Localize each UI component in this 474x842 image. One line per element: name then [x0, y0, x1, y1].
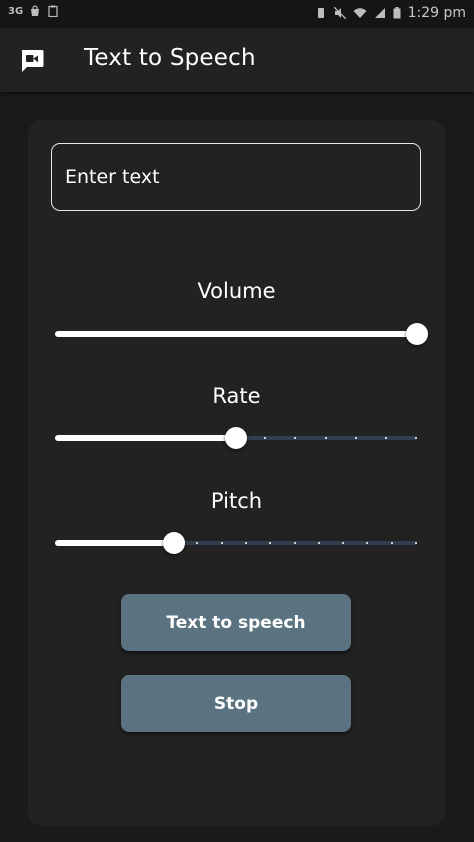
slider-tick [415, 542, 417, 544]
slider-tick [415, 437, 417, 439]
rate-slider[interactable] [55, 426, 417, 450]
clipboard-icon [48, 5, 58, 17]
pitch-label: Pitch [210, 489, 263, 513]
slider-tick [221, 542, 223, 544]
battery-icon [393, 7, 401, 19]
slider-tick [391, 542, 393, 544]
slider-tick [366, 542, 368, 544]
slider-tick [196, 542, 198, 544]
app-bar: Text to Speech [0, 28, 474, 92]
pitch-slider[interactable] [55, 531, 417, 555]
rate-thumb[interactable] [225, 427, 247, 449]
volume-fill [55, 331, 417, 337]
vibrate-icon [317, 8, 324, 18]
rate-label: Rate [212, 384, 261, 408]
slider-tick [325, 437, 327, 439]
volume-thumb[interactable] [406, 323, 428, 345]
controls-card: Volume Rate Pitch Text to speech Stop [28, 120, 445, 826]
volume-label: Volume [197, 279, 276, 303]
mute-icon [333, 7, 346, 19]
text-to-speech-button[interactable]: Text to speech [121, 594, 351, 651]
wifi-icon [353, 8, 367, 18]
clock: 1:29 pm [407, 5, 466, 21]
feedback-video-icon[interactable] [18, 46, 46, 74]
slider-tick [294, 437, 296, 439]
slider-tick [342, 542, 344, 544]
text-input[interactable] [51, 143, 421, 211]
bag-icon [31, 5, 40, 16]
rate-fill [55, 435, 236, 441]
stop-button[interactable]: Stop [121, 675, 351, 732]
volume-slider[interactable] [55, 322, 428, 346]
pitch-fill [55, 540, 174, 546]
slider-tick [385, 437, 387, 439]
status-bar: 3G 1:29 pm [0, 0, 474, 28]
status-right-group: 1:29 pm [315, 5, 466, 21]
pitch-thumb[interactable] [163, 532, 185, 554]
slider-tick [355, 437, 357, 439]
slider-tick [264, 437, 266, 439]
slider-tick [245, 542, 247, 544]
status-left-group: 3G [8, 5, 59, 17]
network-type-label: 3G [8, 5, 24, 17]
slider-tick [294, 542, 296, 544]
page-title: Text to Speech [84, 45, 256, 71]
slider-tick [318, 542, 320, 544]
slider-tick [269, 542, 271, 544]
signal-icon [374, 8, 385, 18]
